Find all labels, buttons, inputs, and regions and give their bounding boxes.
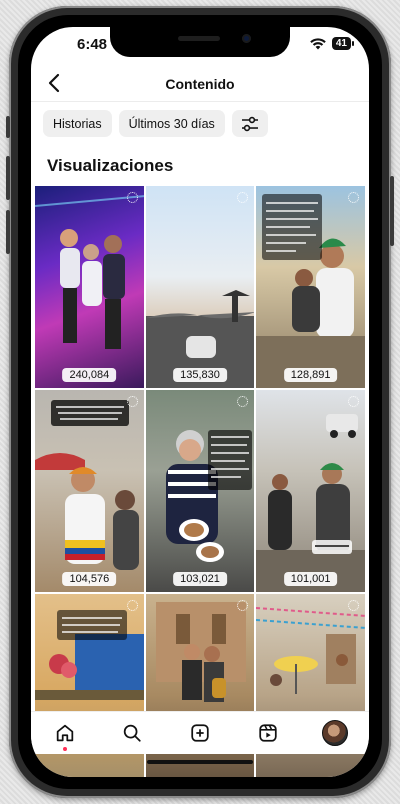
view-count: 104,576 (62, 572, 117, 586)
reel-thumbnail[interactable]: 240,084 (35, 186, 144, 388)
nav-profile[interactable] (320, 718, 350, 748)
reel-thumbnail[interactable]: 128,891 (256, 186, 365, 388)
text-overlay (57, 610, 127, 640)
create-icon (191, 724, 209, 742)
header-divider (31, 101, 369, 102)
notification-dot (62, 747, 67, 751)
reel-indicator-icon (126, 192, 138, 203)
content-grid: 240,084 135,830 128,891 104,576 103,021 … (35, 186, 365, 777)
text-overlay (207, 430, 252, 490)
bottom-navigation (31, 711, 369, 754)
wifi-icon (310, 37, 326, 49)
screen: 6:48 41 Contenido Historias Últimos 30 d… (31, 27, 369, 777)
nav-reels[interactable] (253, 718, 283, 748)
view-count: 135,830 (173, 368, 227, 382)
power-button (390, 176, 394, 246)
filter-settings-button[interactable] (231, 110, 268, 137)
filter-bar: Historias Últimos 30 días (43, 110, 268, 137)
nav-search[interactable] (117, 718, 147, 748)
mute-switch (6, 116, 10, 138)
profile-avatar (322, 720, 349, 746)
thumbnail-image (165, 430, 224, 562)
thumbnail-image (256, 414, 365, 592)
view-count: 103,021 (173, 572, 227, 586)
reel-indicator-icon (347, 396, 359, 407)
thumbnail-image (145, 290, 255, 388)
reel-thumbnail[interactable]: 101,001 (256, 390, 365, 592)
text-overlay (312, 540, 353, 554)
battery-indicator: 41 (331, 37, 355, 50)
sliders-icon (241, 116, 258, 131)
text-overlay (51, 400, 129, 426)
view-count: 101,001 (283, 572, 338, 586)
home-icon (56, 724, 74, 742)
front-camera (242, 34, 251, 43)
nav-create[interactable] (185, 718, 215, 748)
status-time: 6:48 (77, 36, 108, 53)
reel-thumbnail[interactable]: 135,830 (145, 186, 255, 388)
volume-up-button (6, 156, 10, 200)
reel-indicator-icon (347, 192, 359, 203)
volume-down-button (6, 210, 10, 254)
status-icons: 41 (310, 37, 355, 50)
page-title: Contenido (165, 76, 235, 92)
reels-icon (258, 724, 277, 742)
text-overlay (262, 194, 323, 260)
thumbnail-image (35, 195, 144, 349)
notch (110, 27, 290, 57)
top-bar: Contenido (31, 67, 369, 101)
reel-indicator-icon (126, 600, 138, 611)
filter-date-range[interactable]: Últimos 30 días (118, 110, 225, 137)
reel-indicator-icon (347, 600, 359, 611)
reel-thumbnail[interactable]: 103,021 (145, 390, 255, 592)
reel-indicator-icon (126, 396, 138, 407)
section-title: Visualizaciones (47, 156, 174, 175)
view-count: 128,891 (283, 368, 338, 382)
view-count: 240,084 (62, 368, 117, 382)
home-indicator (147, 760, 253, 764)
nav-home[interactable] (50, 718, 80, 751)
speaker (178, 36, 220, 41)
reel-thumbnail[interactable]: 104,576 (35, 390, 144, 592)
search-icon (124, 724, 142, 742)
filter-historias[interactable]: Historias (43, 110, 112, 137)
